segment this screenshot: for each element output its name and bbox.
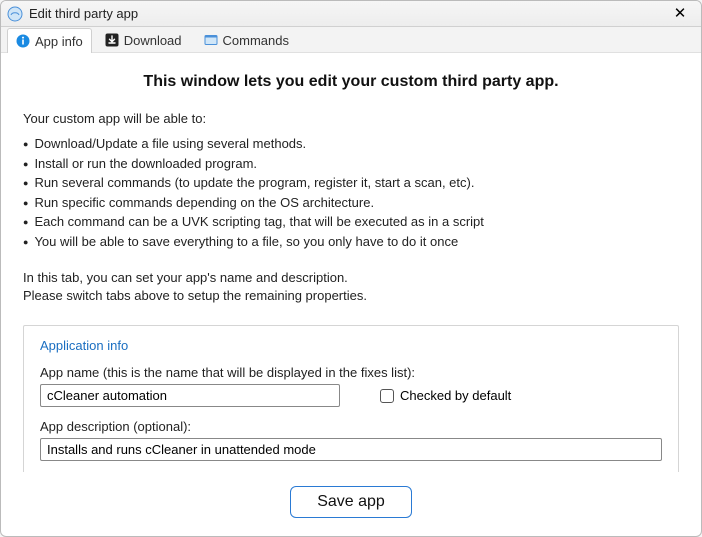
fieldset-title: Application info [40,338,662,353]
tab-commands[interactable]: Commands [195,27,298,52]
checked-default-checkbox[interactable] [380,389,394,403]
app-name-label: App name (this is the name that will be … [40,365,662,380]
tab-download-label: Download [124,33,182,48]
tab-note-line2: Please switch tabs above to setup the re… [23,287,679,305]
feature-item: Each command can be a UVK scripting tag,… [23,212,679,232]
tab-app-info-label: App info [35,34,83,49]
footer: Save app [1,472,701,536]
info-icon [16,34,30,48]
tab-app-info[interactable]: App info [7,28,92,53]
app-desc-label: App description (optional): [40,419,662,434]
tab-note-line1: In this tab, you can set your app's name… [23,269,679,287]
feature-item: You will be able to save everything to a… [23,232,679,252]
download-icon [105,33,119,47]
feature-item: Download/Update a file using several met… [23,134,679,154]
save-button[interactable]: Save app [290,486,412,518]
commands-icon [204,33,218,47]
application-info-group: Application info App name (this is the n… [23,325,679,472]
app-name-input[interactable] [40,384,340,407]
checked-default-label: Checked by default [400,388,511,403]
intro-text: Your custom app will be able to: [23,111,679,126]
feature-item: Install or run the downloaded program. [23,154,679,174]
tab-commands-label: Commands [223,33,289,48]
tab-note: In this tab, you can set your app's name… [23,269,679,305]
tab-bar: App info Download Commands [1,27,701,53]
titlebar: Edit third party app ✕ [1,1,701,27]
page-headline: This window lets you edit your custom th… [23,73,679,91]
tab-download[interactable]: Download [96,27,191,52]
content-area: This window lets you edit your custom th… [1,53,701,472]
checked-default-wrap[interactable]: Checked by default [380,388,511,403]
feature-item: Run specific commands depending on the O… [23,193,679,213]
feature-item: Run several commands (to update the prog… [23,173,679,193]
app-icon [7,6,23,22]
feature-list: Download/Update a file using several met… [23,134,679,251]
app-desc-input[interactable] [40,438,662,461]
close-icon: ✕ [674,6,687,21]
window-title: Edit third party app [29,6,665,21]
close-button[interactable]: ✕ [665,4,695,24]
window: Edit third party app ✕ App info [0,0,702,537]
